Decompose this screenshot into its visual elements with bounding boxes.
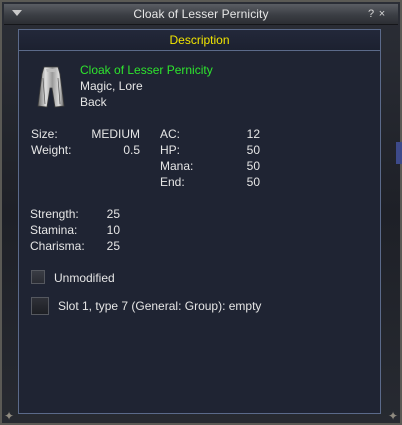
stamina-value: 10: [106, 223, 120, 237]
mana-value: 50: [246, 159, 260, 173]
ac-value: 12: [246, 127, 260, 141]
item-tags: Magic, Lore: [80, 79, 143, 93]
description-header-label: Description: [169, 33, 230, 47]
frame-corner-ornament: ✦: [3, 409, 15, 423]
description-panel: Description: [18, 29, 381, 414]
size-label: Size:: [31, 127, 58, 141]
end-value: 50: [246, 175, 260, 189]
augment-slot-button[interactable]: [31, 297, 49, 315]
unmodified-checkbox[interactable]: [31, 270, 45, 284]
item-slot: Back: [80, 95, 107, 109]
strength-label: Strength:: [30, 207, 79, 221]
ac-label: AC:: [160, 127, 181, 141]
augment-slot-label: Slot 1, type 7 (General: Group): empty: [58, 299, 262, 313]
stamina-label: Stamina:: [30, 223, 78, 237]
weight-value: 0.5: [123, 143, 140, 157]
charisma-value: 25: [106, 239, 120, 253]
title-bar[interactable]: Cloak of Lesser Pernicity ? ×: [4, 4, 398, 25]
close-button[interactable]: ×: [376, 8, 388, 20]
description-header: Description: [19, 30, 380, 51]
hp-label: HP:: [160, 143, 181, 157]
window-title: Cloak of Lesser Pernicity: [133, 7, 269, 21]
item-name: Cloak of Lesser Pernicity: [80, 63, 213, 77]
cloak-icon: [37, 66, 65, 108]
size-value: MEDIUM: [91, 127, 140, 141]
item-display-window: ✦ ✦ ✦ ✦ Cloak of Lesser Pernicity ? × De…: [0, 0, 402, 425]
hp-value: 50: [246, 143, 260, 157]
weight-label: Weight:: [31, 143, 72, 157]
charisma-label: Charisma:: [30, 239, 85, 253]
edge-tab: [396, 142, 402, 164]
strength-value: 25: [106, 207, 120, 221]
frame-corner-ornament: ✦: [387, 409, 399, 423]
mana-label: Mana:: [160, 159, 194, 173]
unmodified-label: Unmodified: [54, 271, 115, 285]
end-label: End:: [160, 175, 185, 189]
